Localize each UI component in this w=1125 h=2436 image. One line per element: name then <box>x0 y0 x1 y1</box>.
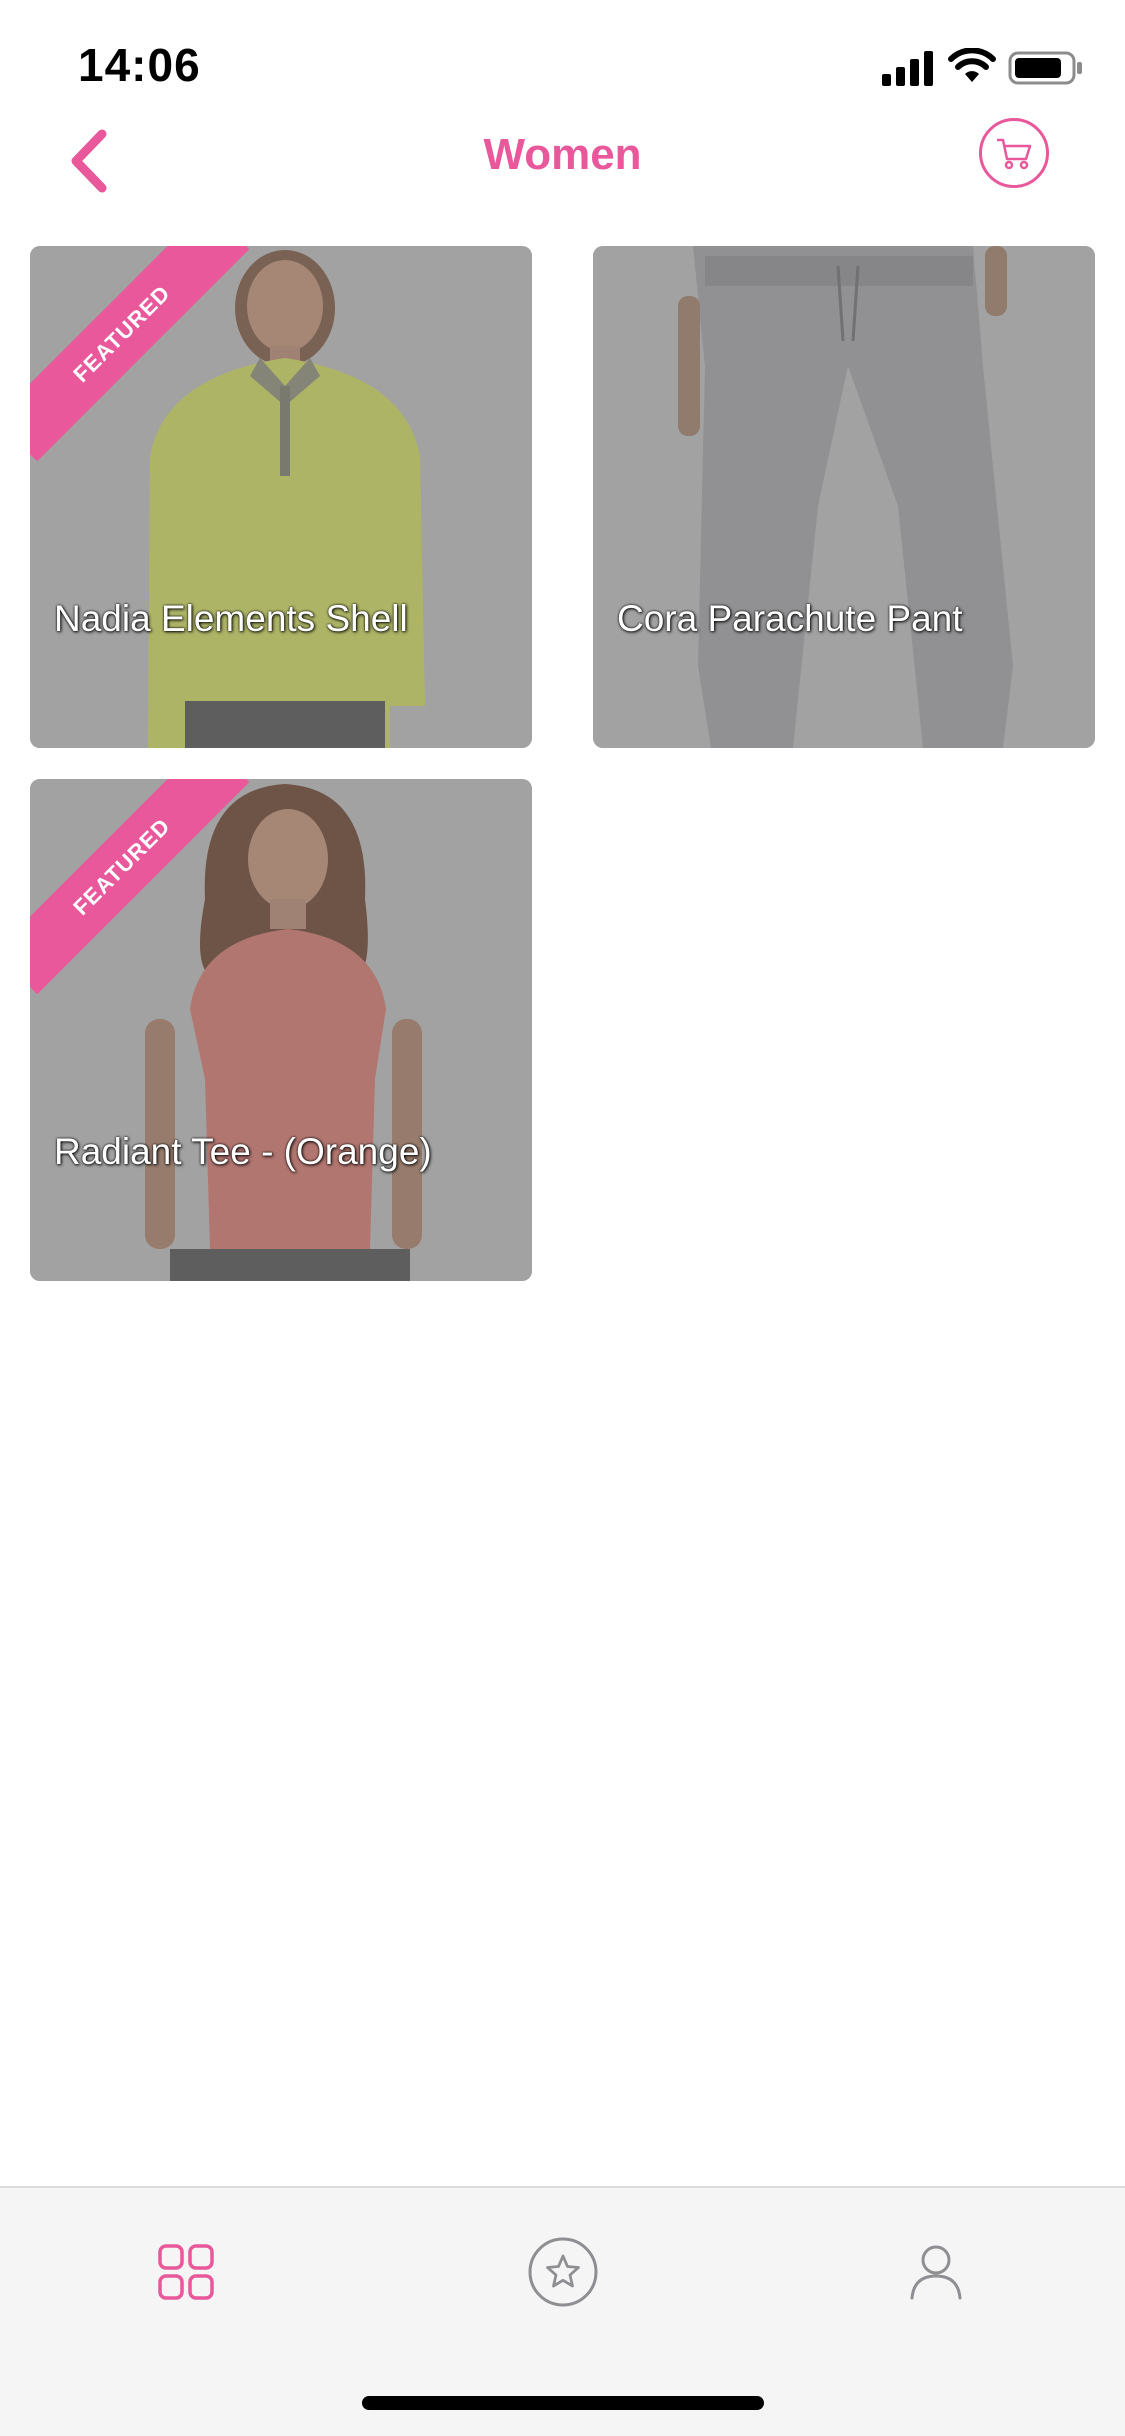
cellular-signal-icon <box>882 51 933 86</box>
product-name: Radiant Tee - (Orange) <box>54 1131 432 1172</box>
home-indicator <box>362 2396 764 2410</box>
product-name: Nadia Elements Shell <box>54 598 408 639</box>
grid-icon <box>158 2244 214 2300</box>
product-card[interactable]: Cora Parachute Pant <box>593 246 1095 748</box>
star-icon <box>528 2237 598 2307</box>
nav-header: Women <box>0 110 1125 226</box>
product-name: Cora Parachute Pant <box>617 598 963 639</box>
tab-featured[interactable] <box>523 2232 603 2312</box>
cart-button[interactable] <box>979 118 1049 188</box>
product-card[interactable]: FEATURED Radiant Tee - (Orange) <box>30 779 532 1281</box>
tab-profile[interactable] <box>896 2232 976 2312</box>
page-title: Women <box>483 130 642 179</box>
cart-icon <box>997 138 1032 170</box>
image-overlay <box>593 246 1095 748</box>
battery-icon <box>1008 51 1082 85</box>
status-time: 14:06 <box>78 39 201 91</box>
product-card[interactable]: FEATURED Nadia Elements Shell <box>30 246 532 748</box>
wifi-icon <box>948 48 996 82</box>
profile-icon <box>910 2245 962 2300</box>
screen: 14:06 Women FEATURED Nadia Elements Shel… <box>0 0 1125 2436</box>
tab-categories[interactable] <box>146 2232 226 2312</box>
